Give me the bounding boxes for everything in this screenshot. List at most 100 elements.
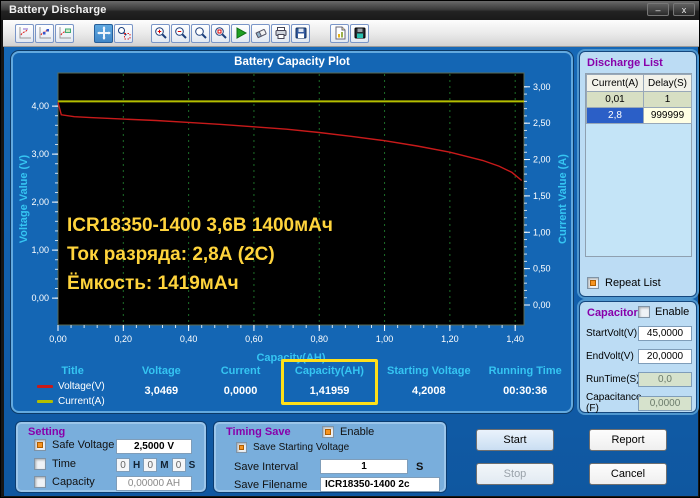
svg-text:0,40: 0,40 xyxy=(180,334,198,344)
stat-header-title: Title xyxy=(61,365,84,377)
annotation-line-2: Ток разряда: 2,8А (2С) xyxy=(67,244,275,265)
row1-current-cell[interactable]: 0,01 xyxy=(586,91,644,108)
timing-enable-checkbox[interactable] xyxy=(322,426,334,438)
endvolt-input[interactable] xyxy=(638,349,692,364)
chart-title: Battery Capacity Plot xyxy=(234,56,350,68)
discharge-list-header-row: Current(A) Delay(S) xyxy=(586,74,692,92)
erase-icon xyxy=(254,29,267,39)
svg-text:2,00: 2,00 xyxy=(533,155,551,165)
erase-icon-button[interactable] xyxy=(251,23,270,43)
timing-enable-row: Enable xyxy=(322,426,374,438)
capacitance-readout xyxy=(638,395,692,411)
stat-value-voltage: 3,0469 xyxy=(144,385,179,397)
print-icon-button[interactable] xyxy=(271,23,290,43)
column-header-current[interactable]: Current(A) xyxy=(586,74,644,92)
plot-style-nodes-icon-button[interactable] xyxy=(35,23,54,43)
start-button[interactable]: Start xyxy=(476,429,554,451)
startvolt-row: StartVolt(V) xyxy=(586,326,692,341)
export-report-icon xyxy=(335,26,345,40)
run-icon xyxy=(236,27,247,39)
svg-text:1,00: 1,00 xyxy=(533,227,551,237)
voltage-legend-swatch xyxy=(37,385,53,388)
setting-panel: Setting Safe Voltage Time H M S Capacity xyxy=(15,421,207,493)
save-starting-voltage-label: Save Starting Voltage xyxy=(253,442,350,453)
repeat-list-checkbox[interactable] xyxy=(587,277,599,289)
time-hours-input[interactable] xyxy=(116,458,130,472)
stat-col-running-time: Running Time 00:30:36 xyxy=(479,359,571,407)
safe-voltage-checkbox[interactable] xyxy=(34,439,46,451)
chart-panel: Battery Capacity Plot 0,00 0,20 0,40 0,60 0,… xyxy=(11,51,573,413)
save-icon-button[interactable] xyxy=(291,23,310,43)
svg-text:4,00: 4,00 xyxy=(31,101,49,111)
row1-delay-cell[interactable]: 1 xyxy=(643,91,692,108)
legend-current: Current(A) xyxy=(37,396,122,407)
time-label: Time xyxy=(52,458,77,470)
startvolt-input[interactable] xyxy=(638,326,692,341)
svg-text:0,20: 0,20 xyxy=(115,334,133,344)
plot-style-flag-icon-button[interactable] xyxy=(55,23,74,43)
svg-text:1,20: 1,20 xyxy=(441,334,459,344)
repeat-list-row: Repeat List xyxy=(587,277,661,289)
stat-col-voltage: Voltage 3,0469 xyxy=(122,359,200,407)
toolbar xyxy=(3,20,699,47)
toolbar-group-zoom-run xyxy=(151,23,310,43)
save-interval-input[interactable] xyxy=(320,459,408,474)
runtime-row: RunTime(S) xyxy=(586,372,692,387)
save-starting-voltage-row: Save Starting Voltage xyxy=(236,442,349,453)
export-report-icon-button[interactable] xyxy=(330,23,349,43)
capacity-checkbox[interactable] xyxy=(34,476,46,488)
stat-value-capacity: 1,41959 xyxy=(309,385,350,397)
svg-text:0,00: 0,00 xyxy=(533,300,551,310)
zoom-normal-icon-button[interactable] xyxy=(191,23,210,43)
svg-text:2,00: 2,00 xyxy=(31,197,49,207)
time-checkbox[interactable] xyxy=(34,458,46,470)
table-row[interactable]: 0,01 1 xyxy=(586,91,692,108)
pan-crosshair-icon-button[interactable] xyxy=(94,23,113,43)
cancel-button[interactable]: Cancel xyxy=(589,463,667,485)
save-starting-voltage-checkbox[interactable] xyxy=(236,442,247,453)
svg-text:1,00: 1,00 xyxy=(31,245,49,255)
capacitance-row: Capacitance (F) xyxy=(586,392,692,414)
svg-text:Voltage Value (V): Voltage Value (V) xyxy=(18,154,30,243)
safe-voltage-input[interactable] xyxy=(116,439,192,454)
timing-save-title: Timing Save xyxy=(226,426,291,438)
legend-voltage: Voltage(V) xyxy=(37,381,122,392)
discharge-list-table: Current(A) Delay(S) 0,01 1 2,8 999999 xyxy=(585,73,692,257)
hours-unit-label: H xyxy=(133,459,141,471)
save-data-icon-button[interactable] xyxy=(350,23,369,43)
timing-enable-label: Enable xyxy=(340,426,375,438)
svg-text:3,00: 3,00 xyxy=(533,82,551,92)
capacitor-panel: Capacitor Enable StartVolt(V) EndVolt(V)… xyxy=(579,301,697,414)
time-minutes-input[interactable] xyxy=(143,458,158,472)
stat-header-capacity: Capacity(AH) xyxy=(294,365,364,377)
capacity-input[interactable] xyxy=(116,476,192,491)
row2-delay-cell[interactable]: 999999 xyxy=(643,107,692,124)
save-icon xyxy=(295,27,306,39)
run-icon-button[interactable] xyxy=(231,23,250,43)
plot-style-flag-icon xyxy=(59,27,71,39)
stat-header-current: Current xyxy=(220,365,261,377)
zoom-in-icon-button[interactable] xyxy=(151,23,170,43)
minimize-button[interactable]: – xyxy=(647,3,669,16)
stop-button[interactable]: Stop xyxy=(476,463,554,485)
time-fields: H M S xyxy=(116,458,195,472)
zoom-out-icon-button[interactable] xyxy=(171,23,190,43)
capacitor-enable-checkbox[interactable] xyxy=(638,306,650,318)
save-filename-input[interactable] xyxy=(320,477,440,492)
report-button[interactable]: Report xyxy=(589,429,667,451)
stat-value-starting-voltage: 4,2008 xyxy=(411,385,446,397)
toolbar-group-plot xyxy=(15,23,74,43)
stat-col-starting-voltage: Starting Voltage 4,2008 xyxy=(378,359,479,407)
zoom-reset-icon-button[interactable] xyxy=(211,23,230,43)
plot-style-dashed-icon-button[interactable] xyxy=(15,23,34,43)
svg-text:0,60: 0,60 xyxy=(245,334,263,344)
toolbar-group-export xyxy=(330,23,369,43)
table-row-selected[interactable]: 2,8 999999 xyxy=(586,107,692,124)
row2-current-cell[interactable]: 2,8 xyxy=(586,107,644,124)
column-header-delay[interactable]: Delay(S) xyxy=(643,74,692,92)
print-icon xyxy=(275,27,286,39)
zoom-region-icon-button[interactable] xyxy=(114,23,133,43)
svg-text:0,80: 0,80 xyxy=(310,334,328,344)
close-button[interactable]: x xyxy=(673,3,695,16)
time-seconds-input[interactable] xyxy=(171,458,186,472)
